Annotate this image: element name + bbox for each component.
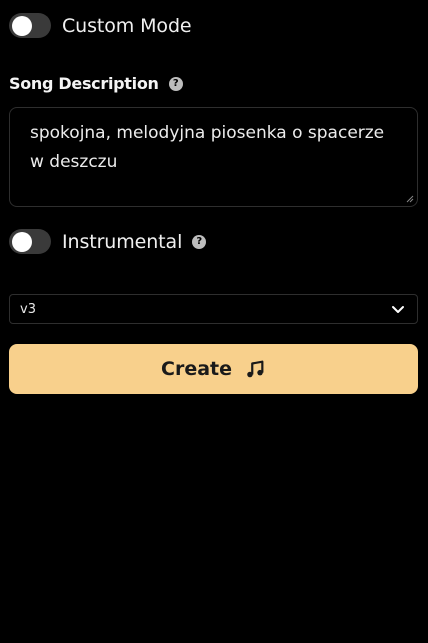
custom-mode-toggle[interactable] <box>9 13 51 38</box>
chevron-down-icon <box>392 306 404 313</box>
resize-grip-icon[interactable] <box>406 195 414 203</box>
music-note-icon <box>247 360 264 378</box>
create-button-label: Create <box>161 358 232 380</box>
song-description-label: Song Description <box>9 74 159 93</box>
song-description-value: spokojna, melodyjna piosenka o spacerze … <box>30 123 385 172</box>
model-version-value: v3 <box>20 301 36 317</box>
model-version-select[interactable]: v3 <box>9 294 418 324</box>
song-description-textarea[interactable]: spokojna, melodyjna piosenka o spacerze … <box>9 107 418 207</box>
custom-mode-row: Custom Mode <box>9 13 192 38</box>
instrumental-label: Instrumental <box>62 230 183 253</box>
create-button[interactable]: Create <box>9 344 418 394</box>
song-description-heading: Song Description ? <box>9 74 183 93</box>
instrumental-row: Instrumental ? <box>9 229 207 254</box>
toggle-knob <box>12 231 32 252</box>
question-circle-icon[interactable]: ? <box>192 234 207 249</box>
toggle-knob <box>12 15 32 36</box>
custom-mode-label: Custom Mode <box>62 14 192 37</box>
instrumental-toggle[interactable] <box>9 229 51 254</box>
question-circle-icon[interactable]: ? <box>168 76 183 91</box>
